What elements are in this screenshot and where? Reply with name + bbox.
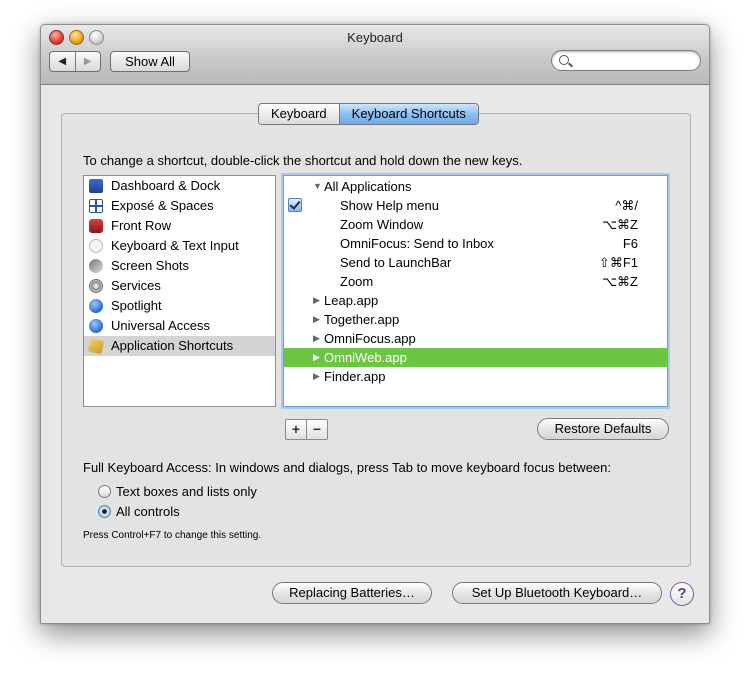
full-keyboard-access-text: Full Keyboard Access: In windows and dia… (83, 460, 611, 475)
disclosure-triangle-icon[interactable]: ▶ (313, 367, 320, 386)
category-label: Screen Shots (111, 258, 190, 273)
radio-label[interactable]: Text boxes and lists only (116, 484, 257, 499)
shortcut-group-all-applications[interactable]: ▼ All Applications (284, 177, 667, 196)
category-expose-spaces[interactable]: Exposé & Spaces (84, 196, 275, 216)
shortcut-category-list[interactable]: Dashboard & Dock Exposé & Spaces Front R… (83, 175, 276, 407)
shortcut-group-together-app[interactable]: ▶ Together.app (284, 310, 667, 329)
shortcut-row-omnifocus-send-to-inbox[interactable]: OmniFocus: Send to Inbox F6 (284, 234, 667, 253)
shortcut-label: Leap.app (324, 293, 379, 308)
radio-button-selected[interactable] (98, 505, 111, 518)
shortcut-group-finder-app[interactable]: ▶ Finder.app (284, 367, 667, 386)
category-front-row[interactable]: Front Row (84, 216, 275, 236)
tab-bar: Keyboard Keyboard Shortcuts (258, 103, 479, 125)
search-icon (559, 55, 569, 65)
add-shortcut-button[interactable]: + (286, 420, 307, 439)
setup-bluetooth-keyboard-button[interactable]: Set Up Bluetooth Keyboard… (452, 582, 662, 604)
enabled-checkbox[interactable] (288, 198, 302, 212)
universal-access-icon (89, 319, 103, 333)
instruction-text: To change a shortcut, double-click the s… (83, 153, 523, 168)
shortcut-label: OmniFocus: Send to Inbox (340, 236, 494, 251)
shortcut-key[interactable]: ⌥⌘Z (602, 272, 638, 291)
shortcut-label: Show Help menu (340, 198, 439, 213)
shortcut-key[interactable]: ⇧⌘F1 (599, 253, 638, 272)
category-label: Services (111, 278, 161, 293)
radio-button[interactable] (98, 485, 111, 498)
disclosure-triangle-icon[interactable]: ▶ (313, 310, 320, 329)
disclosure-triangle-icon[interactable]: ▶ (313, 329, 320, 348)
replacing-batteries-button[interactable]: Replacing Batteries… (272, 582, 432, 604)
keyboard-access-note: Press Control+F7 to change this setting. (83, 530, 262, 541)
category-dashboard-dock[interactable]: Dashboard & Dock (84, 176, 275, 196)
titlebar: Keyboard ◀ ▶ Show All (41, 25, 709, 85)
shortcut-row-show-help-menu[interactable]: Show Help menu ^⌘/ (284, 196, 667, 215)
shortcut-group-omniweb-app[interactable]: ▶ OmniWeb.app (284, 348, 667, 367)
shortcut-row-send-to-launchbar[interactable]: Send to LaunchBar ⇧⌘F1 (284, 253, 667, 272)
shortcut-label: Finder.app (324, 369, 386, 384)
forward-arrow-icon[interactable]: ▶ (76, 52, 101, 71)
spotlight-icon (89, 299, 103, 313)
shortcut-key[interactable]: ^⌘/ (615, 196, 638, 215)
tab-keyboard[interactable]: Keyboard (259, 104, 339, 124)
shortcut-label: OmniFocus.app (324, 331, 416, 346)
shortcut-key[interactable]: ⌥⌘Z (602, 215, 638, 234)
category-label: Exposé & Spaces (111, 198, 214, 213)
radio-label[interactable]: All controls (116, 504, 180, 519)
category-label: Dashboard & Dock (111, 178, 221, 193)
category-spotlight[interactable]: Spotlight (84, 296, 275, 316)
back-arrow-icon[interactable]: ◀ (50, 52, 76, 71)
shortcut-key[interactable]: F6 (623, 234, 638, 253)
tab-keyboard-shortcuts[interactable]: Keyboard Shortcuts (338, 104, 478, 124)
keyboard-icon (89, 239, 103, 253)
keyboard-preferences-window: Keyboard ◀ ▶ Show All Keyboard Keyboard … (40, 24, 710, 624)
category-label: Keyboard & Text Input (111, 238, 239, 253)
show-all-button[interactable]: Show All (110, 51, 190, 72)
category-screen-shots[interactable]: Screen Shots (84, 256, 275, 276)
disclosure-triangle-icon[interactable]: ▶ (313, 348, 320, 367)
disclosure-triangle-icon[interactable]: ▶ (313, 291, 320, 310)
shortcut-label: OmniWeb.app (324, 350, 407, 365)
add-remove-control: + − (285, 419, 328, 440)
screenshot-icon (89, 259, 103, 273)
window-title: Keyboard (347, 30, 403, 45)
shortcut-row-zoom[interactable]: Zoom ⌥⌘Z (284, 272, 667, 291)
shortcut-list[interactable]: ▼ All Applications Show Help menu ^⌘/ Zo… (283, 175, 668, 407)
shortcut-label: All Applications (324, 179, 412, 194)
category-application-shortcuts[interactable]: Application Shortcuts (84, 336, 275, 356)
shortcut-label: Zoom Window (340, 217, 424, 232)
category-services[interactable]: Services (84, 276, 275, 296)
front-row-icon (89, 219, 103, 233)
back-forward-control: ◀ ▶ (49, 51, 101, 72)
expose-icon (89, 199, 103, 213)
shortcut-row-zoom-window[interactable]: Zoom Window ⌥⌘Z (284, 215, 667, 234)
category-label: Application Shortcuts (111, 338, 234, 353)
shortcut-label: Send to LaunchBar (340, 255, 452, 270)
shortcut-label: Together.app (324, 312, 400, 327)
category-label: Spotlight (111, 298, 162, 313)
category-keyboard-text-input[interactable]: Keyboard & Text Input (84, 236, 275, 256)
shortcut-group-leap-app[interactable]: ▶ Leap.app (284, 291, 667, 310)
remove-shortcut-button[interactable]: − (307, 420, 327, 439)
shortcut-group-omnifocus-app[interactable]: ▶ OmniFocus.app (284, 329, 667, 348)
app-shortcuts-icon (87, 337, 105, 355)
gear-icon (89, 279, 103, 293)
search-input[interactable] (572, 52, 696, 70)
search-field[interactable] (551, 50, 701, 71)
help-icon[interactable]: ? (670, 582, 694, 606)
restore-defaults-button[interactable]: Restore Defaults (537, 418, 669, 440)
category-label: Universal Access (111, 318, 210, 333)
disclosure-triangle-icon[interactable]: ▼ (313, 177, 322, 196)
shortcut-label: Zoom (340, 274, 374, 289)
category-universal-access[interactable]: Universal Access (84, 316, 275, 336)
category-label: Front Row (111, 218, 171, 233)
dashboard-icon (89, 179, 103, 193)
